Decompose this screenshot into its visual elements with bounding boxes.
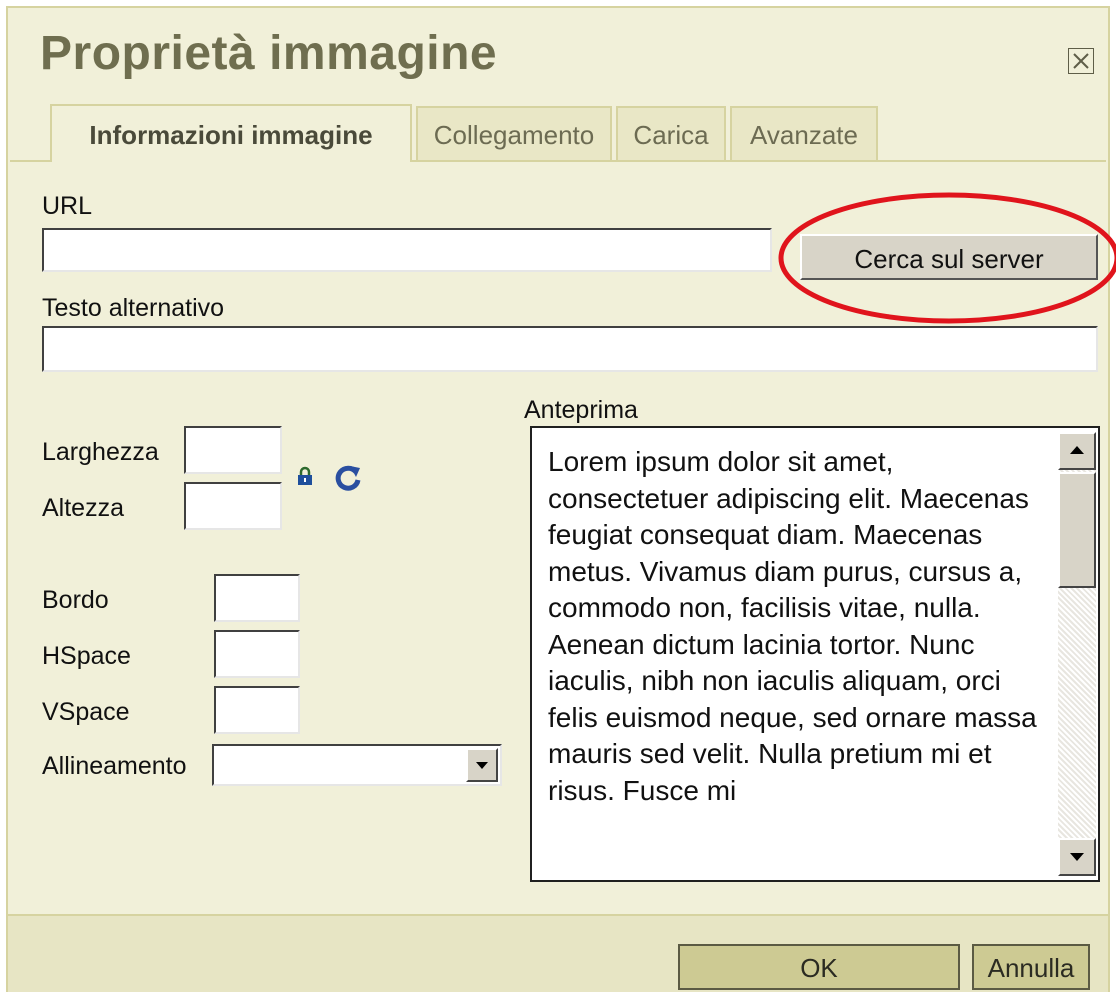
align-select-arrow[interactable] — [466, 748, 498, 782]
width-input[interactable] — [184, 426, 282, 474]
close-button[interactable] — [1068, 48, 1094, 74]
url-input[interactable] — [42, 228, 772, 272]
alt-text-label: Testo alternativo — [42, 294, 225, 322]
image-properties-dialog: Proprietà immagine Informazioni immagine… — [6, 6, 1116, 992]
preview-text: Lorem ipsum dolor sit amet, consectetuer… — [548, 446, 1037, 806]
cancel-button[interactable]: Annulla — [972, 944, 1090, 990]
preview-label: Anteprima — [524, 396, 638, 424]
preview-pane: Lorem ipsum dolor sit amet, consectetuer… — [530, 426, 1100, 882]
ok-button[interactable]: OK — [678, 944, 960, 990]
arrow-up-icon — [1070, 446, 1084, 454]
tab-advanced[interactable]: Avanzate — [730, 106, 878, 160]
url-label: URL — [42, 192, 93, 220]
highlight-ellipse — [778, 192, 1116, 324]
vspace-input[interactable] — [214, 686, 300, 734]
height-input[interactable] — [184, 482, 282, 530]
tab-link[interactable]: Collegamento — [416, 106, 612, 160]
align-select[interactable] — [212, 744, 502, 786]
dialog-footer: OK Annulla — [8, 914, 1108, 992]
lock-icon[interactable] — [296, 466, 314, 486]
hspace-label: HSpace — [42, 642, 131, 670]
scroll-up-button[interactable] — [1058, 432, 1096, 470]
chevron-down-icon — [476, 762, 488, 769]
border-input[interactable] — [214, 574, 300, 622]
arrow-down-icon — [1070, 853, 1084, 861]
scroll-down-button[interactable] — [1058, 838, 1096, 876]
tab-image-info[interactable]: Informazioni immagine — [50, 104, 412, 162]
close-icon — [1073, 53, 1089, 69]
alt-text-input[interactable] — [42, 326, 1098, 372]
align-label: Allineamento — [42, 752, 187, 780]
reset-size-icon[interactable] — [334, 464, 362, 492]
tab-upload[interactable]: Carica — [616, 106, 726, 160]
dialog-title: Proprietà immagine — [40, 27, 498, 80]
preview-scrollbar[interactable] — [1058, 432, 1096, 876]
vspace-label: VSpace — [42, 698, 130, 726]
height-label: Altezza — [42, 494, 124, 522]
hspace-input[interactable] — [214, 630, 300, 678]
width-label: Larghezza — [42, 438, 159, 466]
scroll-thumb[interactable] — [1058, 472, 1096, 588]
border-label: Bordo — [42, 586, 109, 614]
